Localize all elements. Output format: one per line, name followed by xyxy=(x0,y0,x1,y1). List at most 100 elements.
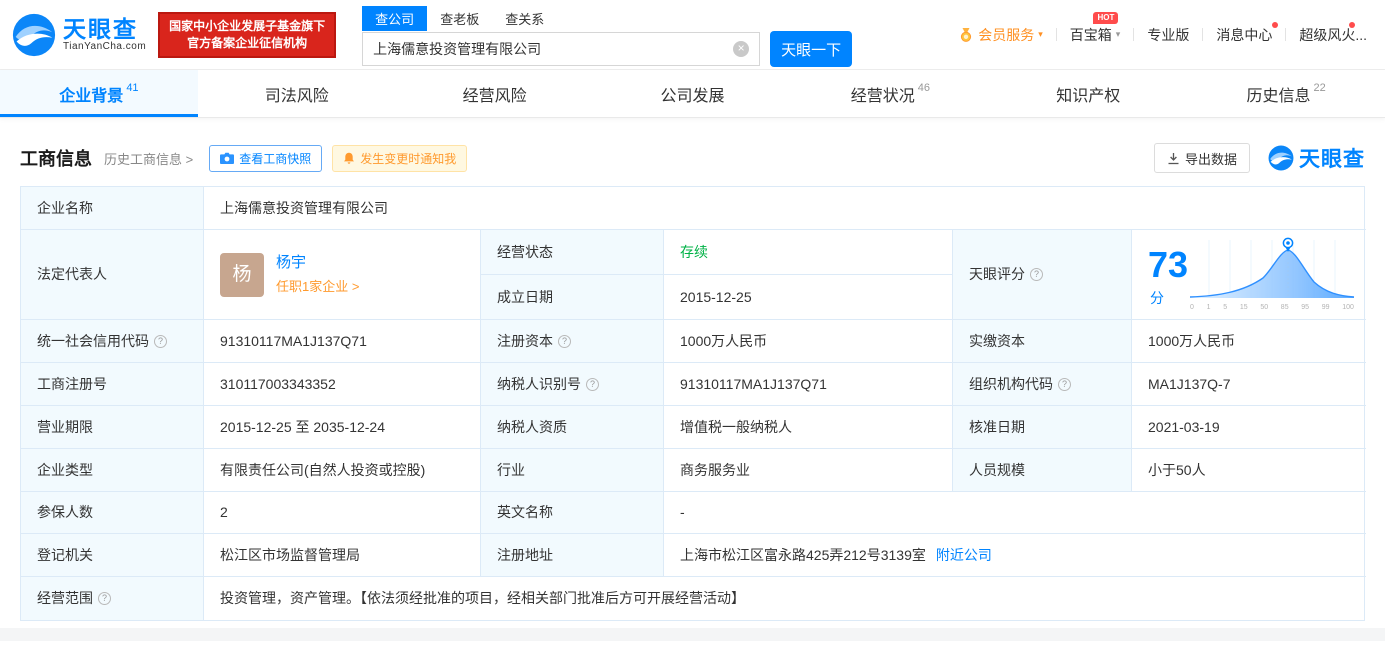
info-icon[interactable]: ? xyxy=(558,334,571,348)
legal-rep-name-link[interactable]: 杨宇 xyxy=(276,253,359,273)
tab-operation-risk[interactable]: 经营风险 xyxy=(396,70,594,117)
menu-super-risk[interactable]: 超级风火... xyxy=(1299,21,1367,45)
label-company-type: 企业类型 xyxy=(21,449,204,492)
certification-badge-line2: 官方备案企业征信机构 xyxy=(187,35,308,50)
tab-company-background[interactable]: 企业背景 41 xyxy=(0,70,198,117)
snapshot-button[interactable]: 查看工商快照 xyxy=(209,144,323,172)
label-staff-size: 人员规模 xyxy=(953,449,1132,492)
medal-icon xyxy=(961,27,972,42)
label-legal-representative: 法定代表人 xyxy=(21,230,204,320)
section-title: 工商信息 xyxy=(20,149,92,169)
value-operating-status: 存续 xyxy=(664,230,953,275)
value-legal-representative: 杨 杨宇 任职1家企业 > xyxy=(204,230,481,320)
value-approval-date: 2021-03-19 xyxy=(1132,406,1367,449)
score-distribution-chart: 0 1 5 15 50 85 95 99 100 xyxy=(1188,236,1356,312)
notify-on-change-button[interactable]: 发生变更时通知我 xyxy=(332,144,468,172)
value-insured-count: 2 xyxy=(204,492,481,534)
watermark-text: 天眼查 xyxy=(1299,148,1365,171)
certification-badge-line1: 国家中小企业发展子基金旗下 xyxy=(169,18,326,33)
camera-icon xyxy=(220,152,235,164)
business-info-section-head: 工商信息 历史工商信息 > 查看工商快照 发生变更时通知我 导出数据 天眼查 xyxy=(0,118,1385,186)
menu-divider xyxy=(1285,28,1287,41)
value-taxpayer-quality: 增值税一般纳税人 xyxy=(664,406,953,449)
search-box: × xyxy=(362,32,761,66)
legal-rep-avatar[interactable]: 杨 xyxy=(220,252,264,297)
label-business-scope: 经营范围? xyxy=(21,577,204,620)
label-business-term: 营业期限 xyxy=(21,406,204,449)
export-button-label: 导出数据 xyxy=(1184,151,1237,167)
search-tab-boss[interactable]: 查老板 xyxy=(427,6,492,31)
score-unit: 分 xyxy=(1150,290,1164,307)
tab-judicial-risk[interactable]: 司法风险 xyxy=(198,70,396,117)
status-badge: 存续 xyxy=(680,243,708,260)
top-header: 天眼查 TianYanCha.com 国家中小企业发展子基金旗下 官方备案企业征… xyxy=(0,0,1385,70)
clear-icon[interactable]: × xyxy=(733,41,750,57)
history-business-info-link[interactable]: 历史工商信息 > xyxy=(104,149,193,168)
value-tianyan-score: 73 分 0 1 5 15 50 85 95 99 100 xyxy=(1132,230,1367,320)
label-operating-status: 经营状态 xyxy=(481,230,664,275)
search-tabs: 查公司 查老板 查关系 xyxy=(362,6,852,31)
label-establish-date: 成立日期 xyxy=(481,275,664,320)
tab-intellectual-property[interactable]: 知识产权 xyxy=(989,70,1187,117)
notify-button-label: 发生变更时通知我 xyxy=(360,151,457,166)
label-industry: 行业 xyxy=(481,449,664,492)
menu-divider xyxy=(1202,28,1204,41)
label-registered-address: 注册地址 xyxy=(481,534,664,577)
menu-message-label: 消息中心 xyxy=(1216,26,1273,43)
value-paid-in-capital: 1000万人民币 xyxy=(1132,320,1367,363)
menu-vip-services[interactable]: 会员服务 ▾ xyxy=(958,25,1043,45)
label-insured-count: 参保人数 xyxy=(21,492,204,534)
tab-label: 企业背景 xyxy=(59,87,124,105)
value-english-name: - xyxy=(664,492,1367,534)
info-icon[interactable]: ? xyxy=(98,592,111,605)
tab-count: 41 xyxy=(126,81,139,94)
tab-label: 司法风险 xyxy=(264,87,329,105)
bell-icon xyxy=(344,152,355,164)
menu-divider xyxy=(1055,28,1057,41)
label-paid-in-capital: 实缴资本 xyxy=(953,320,1132,363)
company-section-tabs: 企业背景 41 司法风险 经营风险 公司发展 经营状况 46 知识产权 历史信息 22 xyxy=(0,70,1385,118)
tianyancha-logo-icon xyxy=(12,13,56,57)
top-menu: 会员服务 ▾ HOT 百宝箱 ▾ 专业版 消息中心 超级风火... xyxy=(958,11,1367,45)
search-button[interactable]: 天眼一下 xyxy=(770,31,853,67)
tab-count: 46 xyxy=(917,81,930,94)
value-business-term: 2015-12-25 至 2035-12-24 xyxy=(204,406,481,449)
score-axis: 0 1 5 15 50 85 95 99 100 xyxy=(1190,304,1354,312)
value-staff-size: 小于50人 xyxy=(1132,449,1367,492)
tianyancha-logo[interactable]: 天眼查 TianYanCha.com xyxy=(12,13,146,57)
label-credit-code: 统一社会信用代码? xyxy=(21,320,204,363)
label-company-name: 企业名称 xyxy=(21,187,204,230)
tab-company-development[interactable]: 公司发展 xyxy=(594,70,792,117)
menu-toolbox[interactable]: HOT 百宝箱 ▾ xyxy=(1070,11,1120,45)
export-data-button[interactable]: 导出数据 xyxy=(1153,143,1250,173)
tab-history-info[interactable]: 历史信息 22 xyxy=(1187,70,1385,117)
label-registered-capital: 注册资本? xyxy=(481,320,664,363)
snapshot-button-label: 查看工商快照 xyxy=(239,151,312,166)
value-company-type: 有限责任公司(自然人投资或控股) xyxy=(204,449,481,492)
value-registration-number: 310117003343352 xyxy=(204,363,481,406)
nearby-companies-link[interactable]: 附近公司 xyxy=(936,546,992,565)
tianyancha-logo-icon xyxy=(1268,145,1294,171)
menu-pro-label: 专业版 xyxy=(1147,26,1190,43)
label-english-name: 英文名称 xyxy=(481,492,664,534)
search-tab-company[interactable]: 查公司 xyxy=(362,6,428,31)
search-tab-relation[interactable]: 查关系 xyxy=(492,6,557,31)
info-icon[interactable]: ? xyxy=(1058,377,1071,391)
info-icon[interactable]: ? xyxy=(154,334,167,348)
value-business-scope: 投资管理，资产管理。【依法须经批准的项目，经相关部门批准后方可开展经营活动】 xyxy=(220,590,745,607)
tab-operation-status[interactable]: 经营状况 46 xyxy=(791,70,989,117)
hot-badge: HOT xyxy=(1093,11,1119,24)
info-icon[interactable]: ? xyxy=(586,377,599,391)
tab-count: 22 xyxy=(1313,81,1326,94)
business-info-table: 企业名称 上海儒意投资管理有限公司 法定代表人 杨 杨宇 任职1家企业 > 经营… xyxy=(20,186,1367,621)
tab-label: 经营风险 xyxy=(462,87,527,105)
search-input[interactable] xyxy=(373,41,734,57)
notification-dot xyxy=(1349,21,1355,28)
score-number: 73 xyxy=(1148,243,1189,285)
rep-companies-link[interactable]: 任职1家企业 > xyxy=(276,278,359,296)
tianyancha-watermark: 天眼查 xyxy=(1268,143,1365,173)
info-icon[interactable]: ? xyxy=(1030,268,1043,281)
tianyancha-company-page: 天眼查 TianYanCha.com 国家中小企业发展子基金旗下 官方备案企业征… xyxy=(0,0,1385,641)
menu-message-center[interactable]: 消息中心 xyxy=(1216,21,1279,45)
menu-pro-version[interactable]: 专业版 xyxy=(1147,25,1189,45)
